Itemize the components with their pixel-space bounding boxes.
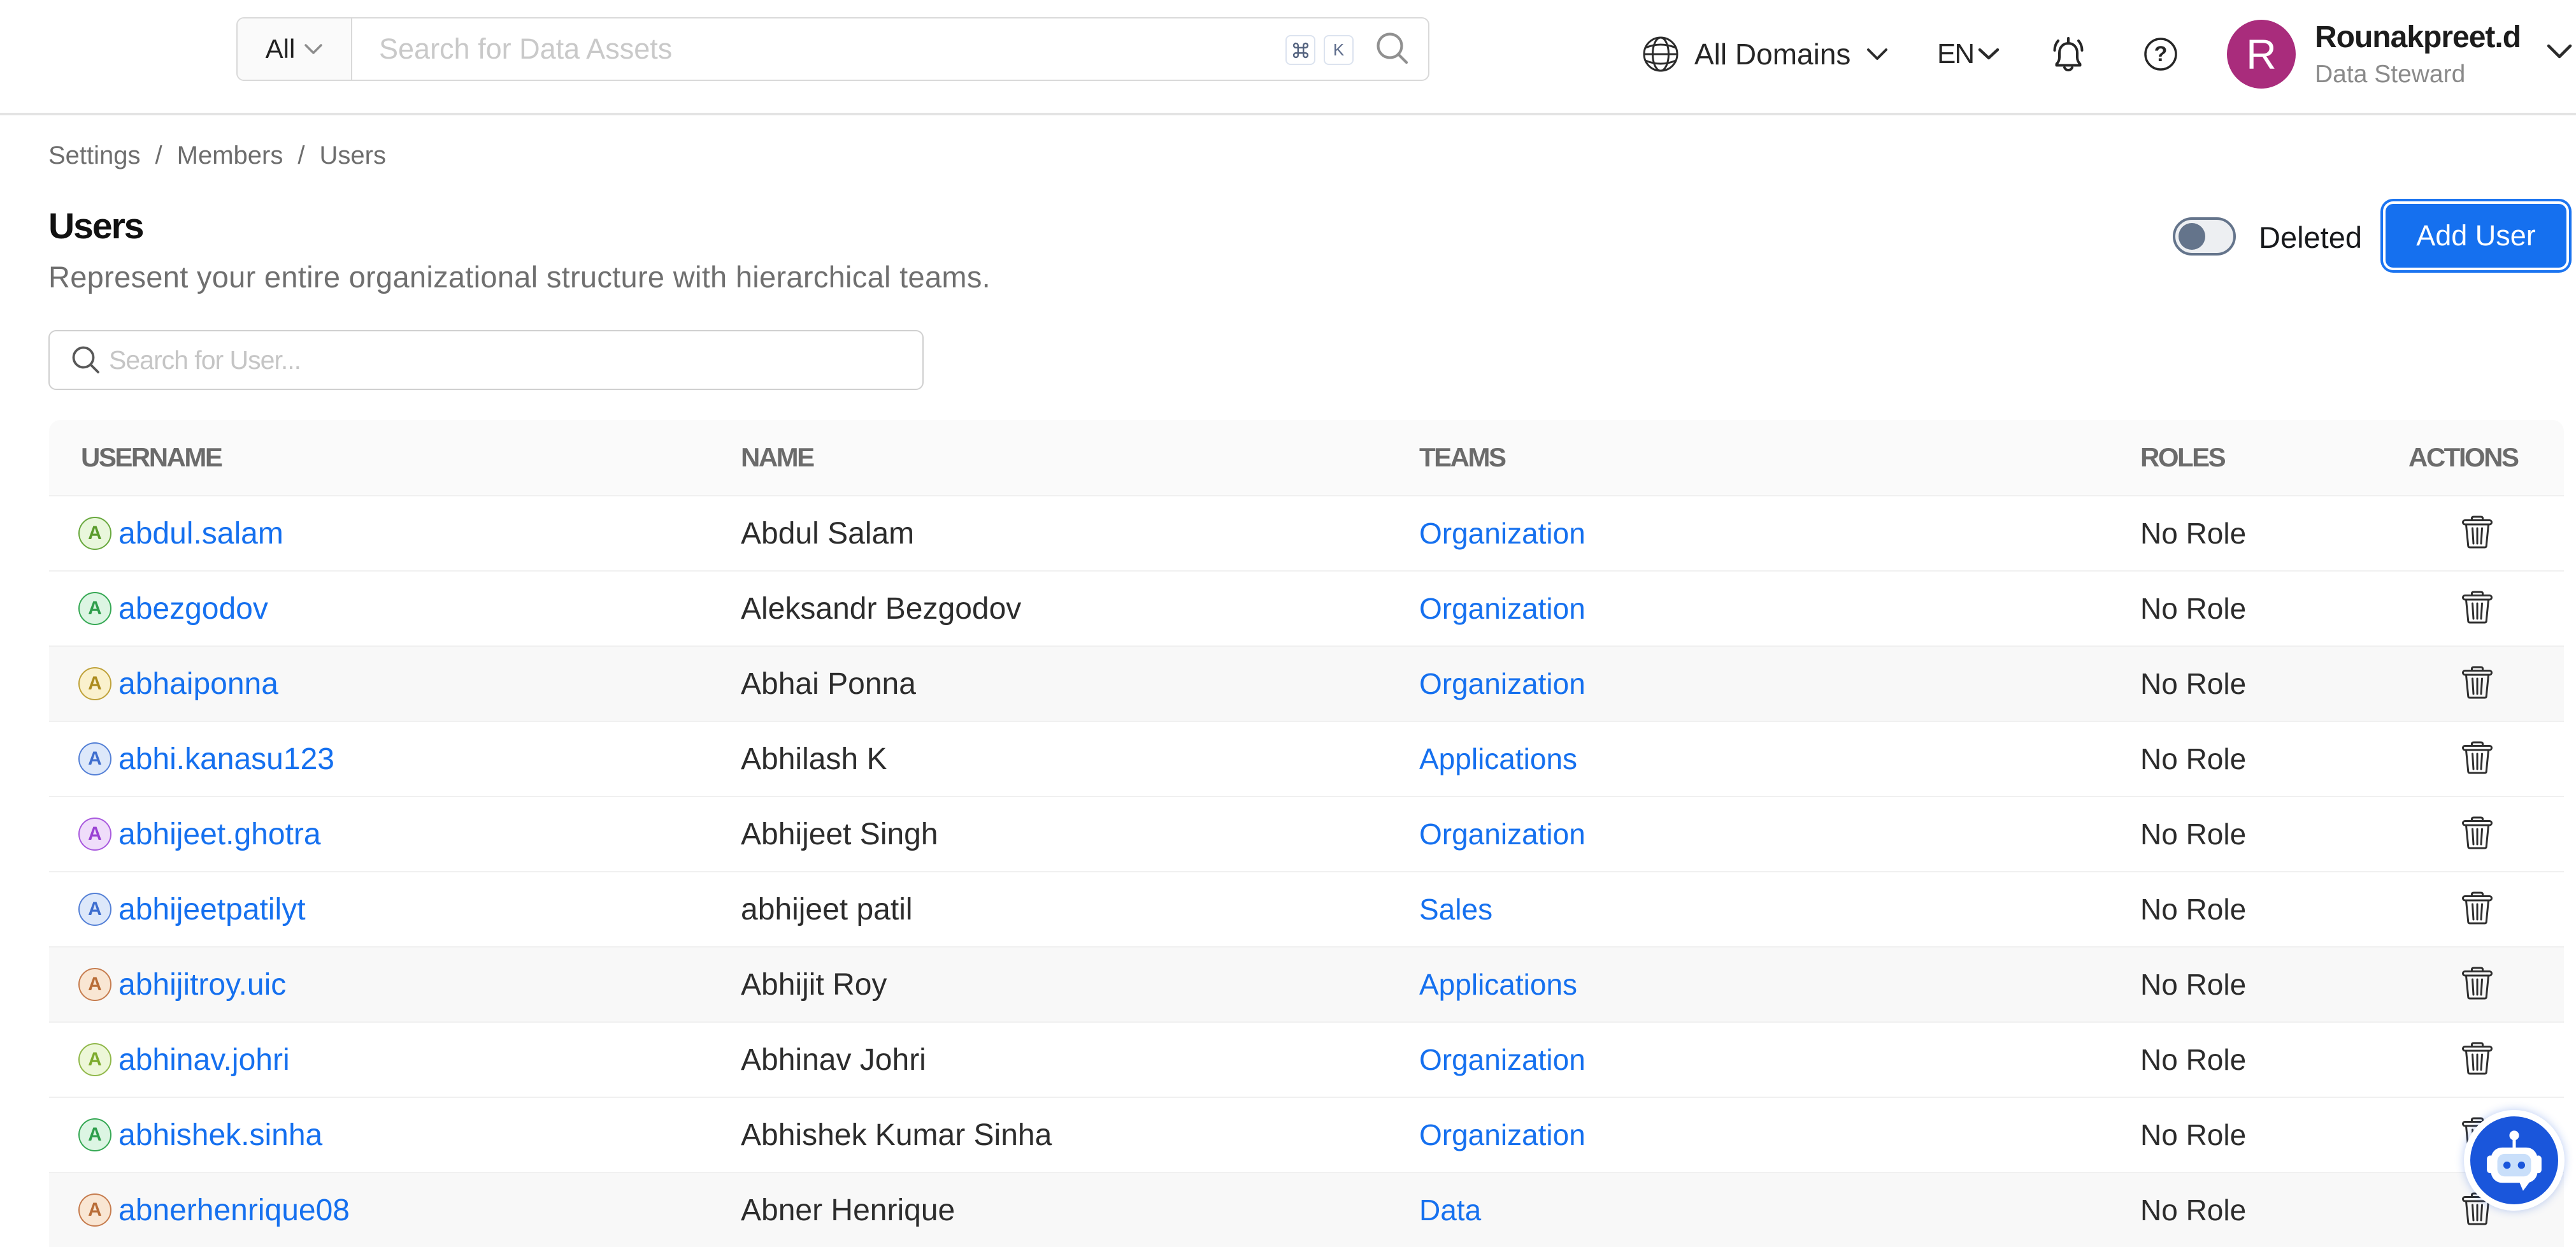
- svg-text:?: ?: [2154, 42, 2168, 66]
